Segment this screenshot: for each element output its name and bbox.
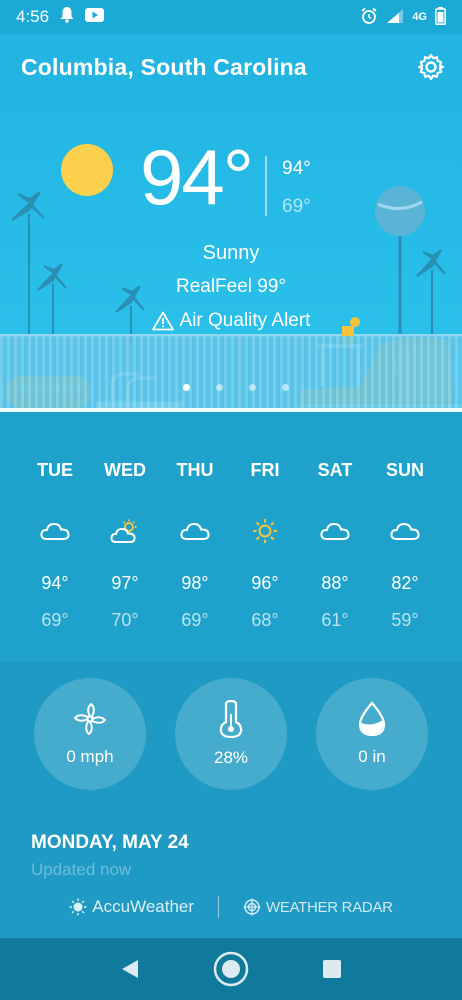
- brand-label: AccuWeather: [92, 897, 195, 916]
- day-high: 88°: [321, 573, 349, 593]
- day-name: THU: [176, 460, 214, 480]
- day-name: SAT: [317, 460, 353, 480]
- recents-button[interactable]: [322, 959, 342, 979]
- page-dot[interactable]: [216, 384, 223, 391]
- day-high: 94°: [41, 573, 69, 593]
- alarm-icon: [360, 7, 378, 28]
- precipitation-icon: [358, 701, 386, 737]
- footer-divider: [218, 896, 220, 918]
- wind-icon: [74, 703, 106, 735]
- fence-decoration: [0, 336, 462, 412]
- metrics-row: 0 mph 28% 0 in: [34, 678, 428, 790]
- accuweather-logo-icon: [69, 898, 87, 916]
- day-low: 70°: [111, 610, 139, 630]
- home-button[interactable]: [212, 950, 250, 988]
- radar-icon: [243, 898, 261, 916]
- signal-icon: [386, 8, 404, 27]
- day-name: FRI: [250, 460, 280, 480]
- back-icon: [122, 960, 138, 978]
- weather-radar-link[interactable]: WEATHER RADAR: [243, 898, 393, 916]
- status-bar: 4:56 4G: [0, 0, 462, 34]
- humidity-icon: [219, 700, 243, 738]
- partly-sunny-icon: [90, 515, 160, 547]
- wind-value: 0 mph: [66, 747, 114, 766]
- today-low: 69°: [282, 196, 311, 217]
- updated-status: Updated now: [31, 860, 132, 879]
- sun-illustration: [61, 144, 113, 196]
- alert-label: Air Quality Alert: [179, 310, 311, 331]
- forecast-day[interactable]: THU 98° 69°: [160, 460, 230, 631]
- precipitation-value: 0 in: [358, 747, 386, 766]
- day-low: 68°: [251, 610, 279, 630]
- condition-text: Sunny: [202, 242, 260, 264]
- forecast-day[interactable]: WED 97° 70°: [90, 460, 160, 631]
- footer-links: AccuWeather WEATHER RADAR: [0, 896, 462, 918]
- recents-icon: [323, 960, 341, 978]
- today-high: 94°: [282, 158, 311, 179]
- humidity-value: 28%: [213, 748, 249, 767]
- day-high: 97°: [111, 573, 139, 593]
- page-dot[interactable]: [282, 384, 289, 391]
- daily-forecast: TUE 94° 69° WED 97° 70° THU 98° 69° FRI: [0, 412, 462, 662]
- system-navigation-bar: [0, 938, 462, 1000]
- page-dot[interactable]: [249, 384, 256, 391]
- battery-icon: [435, 6, 446, 28]
- day-low: 61°: [321, 610, 349, 630]
- back-button[interactable]: [120, 958, 140, 980]
- youtube-icon: [85, 7, 105, 27]
- cloud-icon: [300, 515, 370, 547]
- day-low: 69°: [41, 610, 69, 630]
- cloud-icon: [20, 515, 90, 547]
- forecast-day[interactable]: TUE 94° 69°: [20, 460, 90, 631]
- status-time: 4:56: [16, 7, 50, 26]
- day-name: TUE: [37, 460, 73, 480]
- accuweather-link[interactable]: AccuWeather: [69, 897, 194, 917]
- wind-metric[interactable]: 0 mph: [34, 678, 146, 790]
- day-high: 98°: [181, 573, 209, 593]
- air-quality-alert[interactable]: Air Quality Alert: [0, 310, 462, 332]
- humidity-metric[interactable]: 28%: [175, 678, 287, 790]
- forecast-day[interactable]: SUN 82° 59°: [370, 460, 440, 631]
- day-name: WED: [104, 460, 146, 480]
- location-title[interactable]: Columbia, South Carolina: [21, 54, 307, 81]
- network-label: 4G: [412, 11, 427, 23]
- day-low: 59°: [391, 610, 419, 630]
- bell-icon: [59, 6, 75, 28]
- current-temperature: 94°: [140, 133, 254, 221]
- home-icon: [213, 951, 249, 987]
- day-low: 69°: [181, 610, 209, 630]
- sun-icon: [230, 515, 300, 547]
- day-high: 96°: [251, 573, 279, 593]
- day-name: SUN: [385, 460, 424, 480]
- gear-icon: [417, 53, 445, 81]
- forecast-day[interactable]: SAT 88° 61°: [300, 460, 370, 631]
- weather-hero[interactable]: Columbia, South Carolina 94° 94° 69° Sun…: [0, 34, 462, 412]
- warning-icon: [151, 311, 174, 331]
- cloud-icon: [370, 515, 440, 547]
- day-high: 82°: [391, 573, 419, 593]
- page-indicator: [0, 384, 462, 391]
- page-dot[interactable]: [183, 384, 190, 391]
- current-date: MONDAY, MAY 24: [31, 832, 189, 853]
- realfeel-text: RealFeel 99°: [175, 276, 287, 297]
- forecast-day[interactable]: FRI 96° 68°: [230, 460, 300, 631]
- settings-button[interactable]: [416, 52, 446, 82]
- precipitation-metric[interactable]: 0 in: [316, 678, 428, 790]
- cloud-icon: [160, 515, 230, 547]
- radar-label: WEATHER RADAR: [266, 898, 393, 916]
- temp-divider: [265, 156, 267, 216]
